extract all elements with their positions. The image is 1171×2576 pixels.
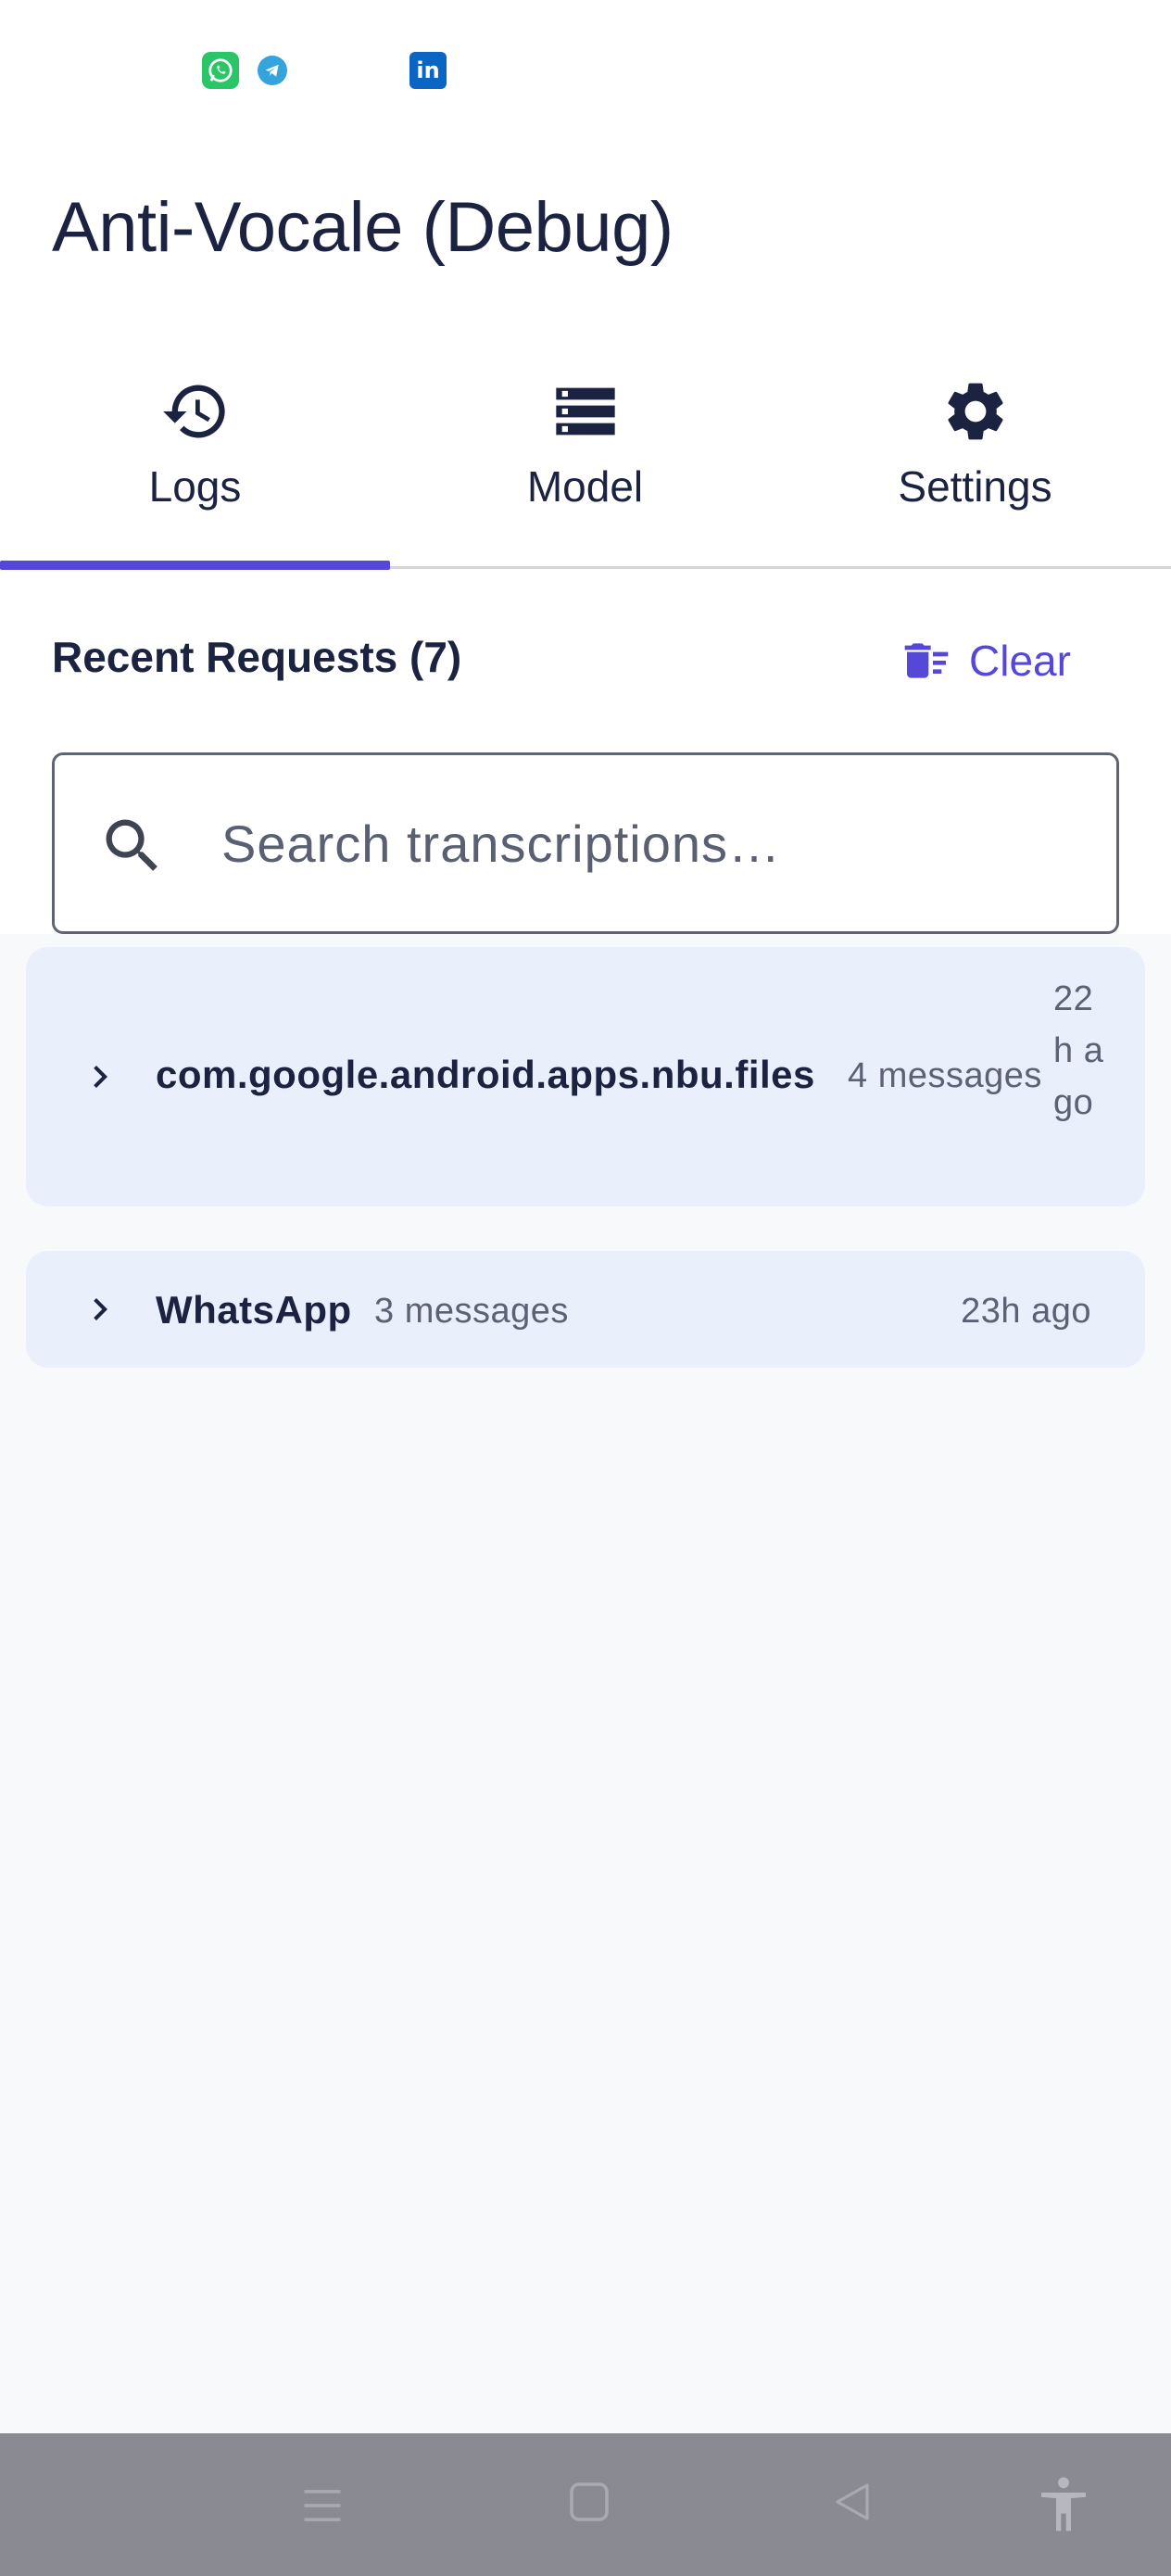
chevron-right-icon[interactable]	[78, 1287, 122, 1332]
linkedin-glyph: in	[416, 57, 440, 83]
delete-sweep-icon	[904, 643, 949, 678]
log-group-time: 23h ago	[961, 1292, 1091, 1331]
back-icon[interactable]	[830, 2478, 875, 2526]
log-group-app-name: com.google.android.apps.nbu.files	[156, 1053, 815, 1096]
tab-logs-label: Logs	[148, 462, 242, 511]
log-group-message-count: 4 messages	[848, 1056, 1042, 1095]
app-header-area: in Anti-Vocale (Debug) Logs Model Settin…	[0, 0, 1171, 934]
gear-icon	[947, 383, 1003, 440]
tab-model-label: Model	[526, 462, 644, 511]
log-group-card[interactable]: com.google.android.apps.nbu.files 4 mess…	[26, 947, 1145, 1206]
linkedin-icon: in	[409, 52, 447, 89]
clear-label: Clear	[969, 637, 1071, 685]
selected-tab-indicator	[0, 561, 390, 570]
home-icon[interactable]	[567, 2480, 611, 2524]
app-title: Anti-Vocale (Debug)	[52, 188, 674, 267]
recent-requests-title: Recent Requests (7)	[52, 633, 462, 681]
log-group-app-name: WhatsApp	[156, 1288, 352, 1332]
clear-button[interactable]: Clear	[900, 626, 1071, 695]
telegram-icon	[258, 56, 287, 85]
log-group-time: 22h ago	[1053, 979, 1104, 1122]
tab-settings[interactable]: Settings	[780, 352, 1170, 569]
search-input[interactable]	[221, 792, 1092, 894]
whatsapp-icon	[202, 52, 239, 89]
search-icon	[106, 819, 157, 871]
log-group-message-count: 3 messages	[374, 1292, 569, 1331]
accessibility-icon[interactable]	[1034, 2470, 1093, 2537]
storage-icon	[555, 387, 615, 436]
tab-bar: Logs Model Settings	[0, 352, 1171, 570]
tab-logs[interactable]: Logs	[0, 352, 390, 569]
menu-icon[interactable]	[298, 2481, 346, 2530]
history-icon	[162, 385, 225, 438]
tab-settings-label: Settings	[898, 462, 1052, 511]
chevron-right-icon[interactable]	[78, 1054, 122, 1099]
log-group-card[interactable]: WhatsApp 3 messages 23h ago	[26, 1251, 1145, 1368]
tab-model[interactable]: Model	[390, 352, 780, 569]
system-navigation-bar	[0, 2433, 1171, 2576]
search-field[interactable]	[52, 752, 1119, 934]
